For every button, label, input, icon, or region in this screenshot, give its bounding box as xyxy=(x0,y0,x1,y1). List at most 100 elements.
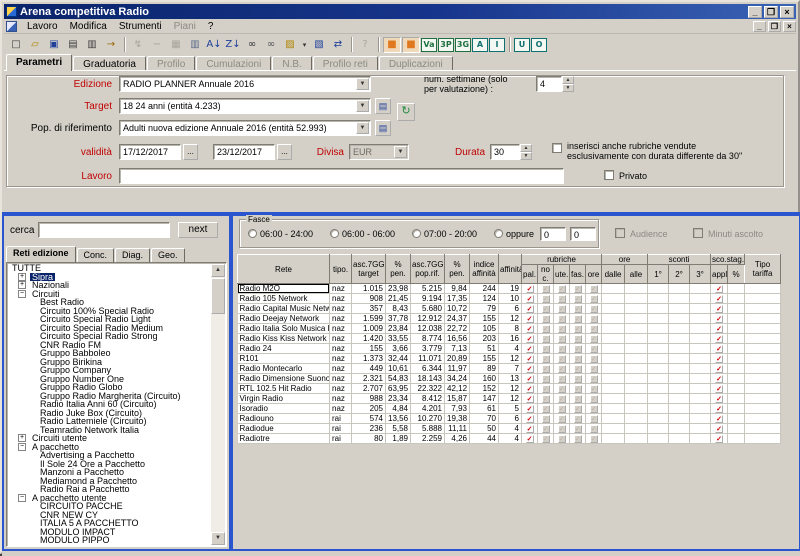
cell-affinita[interactable]: 16 xyxy=(499,334,522,344)
disabled-checkbox-icon[interactable]: ✓ xyxy=(558,375,566,383)
cell-sconto-1[interactable] xyxy=(648,354,669,364)
checked-checkbox-icon[interactable]: ✓ xyxy=(526,425,534,433)
col-pen-pop[interactable]: % pen. xyxy=(445,255,470,284)
col-appl[interactable]: appl. xyxy=(711,265,728,284)
disabled-checkbox-icon[interactable]: ✓ xyxy=(590,415,598,423)
cell-affinita[interactable]: 12 xyxy=(499,394,522,404)
cell-alle[interactable] xyxy=(625,384,648,394)
menu-lavoro[interactable]: Lavoro xyxy=(21,20,64,33)
disabled-checkbox-icon[interactable]: ✓ xyxy=(542,435,550,443)
cell-pen-pop[interactable]: 19,38 xyxy=(445,414,470,424)
cell-sconto-1[interactable] xyxy=(648,364,669,374)
col-ute[interactable]: ute. xyxy=(554,265,570,284)
target-combobox[interactable]: 18 24 anni (entità 4.233) ▼ xyxy=(119,98,371,114)
cell-pen-target[interactable]: 1,89 xyxy=(386,434,411,444)
chevron-down-icon[interactable]: ▼ xyxy=(356,100,369,112)
cell-affinita[interactable]: 4 xyxy=(499,434,522,444)
disabled-checkbox-icon[interactable]: ✓ xyxy=(574,345,582,353)
cell-asc-target[interactable]: 1.373 xyxy=(352,354,386,364)
cell-sco-pct[interactable] xyxy=(728,384,745,394)
col-affinita[interactable]: affinità xyxy=(499,255,522,284)
cell-asc-pop[interactable]: 9.194 xyxy=(411,294,445,304)
cell-tipo[interactable]: naz xyxy=(330,374,352,384)
col-asc-target[interactable]: asc.7GG target xyxy=(352,255,386,284)
disabled-checkbox-icon[interactable]: ✓ xyxy=(558,325,566,333)
badge-3g-icon[interactable]: 3G xyxy=(455,38,471,52)
cell-rete[interactable]: Radio Deejay Network xyxy=(238,314,330,324)
cell-rete[interactable]: R101 xyxy=(238,354,330,364)
cell-asc-target[interactable]: 205 xyxy=(352,404,386,414)
cell-sco-pct[interactable] xyxy=(728,294,745,304)
collapse-minus-icon[interactable]: − xyxy=(18,443,26,451)
cell-sconto-2[interactable] xyxy=(669,414,690,424)
cell-pen-target[interactable]: 32,44 xyxy=(386,354,411,364)
cell-indice[interactable]: 147 xyxy=(470,394,499,404)
cell-tipo[interactable]: naz xyxy=(330,324,352,334)
disabled-checkbox-icon[interactable]: ✓ xyxy=(590,315,598,323)
letter-o-icon[interactable]: O xyxy=(531,38,547,52)
cell-indice[interactable]: 155 xyxy=(470,314,499,324)
disabled-checkbox-icon[interactable]: ✓ xyxy=(590,285,598,293)
checked-checkbox-icon[interactable]: ✓ xyxy=(526,335,534,343)
cell-pen-target[interactable]: 4,84 xyxy=(386,404,411,414)
cell-pen-pop[interactable]: 16,56 xyxy=(445,334,470,344)
edizione-combobox[interactable]: RADIO PLANNER Annuale 2016 ▼ xyxy=(119,76,371,92)
expand-plus-icon[interactable]: + xyxy=(18,281,26,289)
letter-u-icon[interactable]: U xyxy=(514,38,530,52)
cell-sconto-3[interactable] xyxy=(690,374,711,384)
menu-help[interactable]: ? xyxy=(202,20,220,33)
disabled-checkbox-icon[interactable]: ✓ xyxy=(542,345,550,353)
cube-open-icon[interactable]: ■ xyxy=(402,37,420,53)
badge-va-icon[interactable]: Va xyxy=(421,38,437,52)
cell-asc-pop[interactable]: 5.680 xyxy=(411,304,445,314)
disabled-checkbox-icon[interactable]: ✓ xyxy=(590,395,598,403)
cell-rete[interactable]: Virgin Radio xyxy=(238,394,330,404)
cell-alle[interactable] xyxy=(625,294,648,304)
cell-dalle[interactable] xyxy=(602,394,625,404)
cell-asc-target[interactable]: 2.321 xyxy=(352,374,386,384)
disabled-checkbox-icon[interactable]: ✓ xyxy=(558,385,566,393)
cell-sco-pct[interactable] xyxy=(728,314,745,324)
cell-alle[interactable] xyxy=(625,334,648,344)
disabled-checkbox-icon[interactable]: ✓ xyxy=(574,405,582,413)
cell-pen-pop[interactable]: 7,13 xyxy=(445,344,470,354)
disabled-checkbox-icon[interactable]: ✓ xyxy=(558,405,566,413)
cell-affinita[interactable]: 8 xyxy=(499,324,522,334)
cell-asc-pop[interactable]: 8.774 xyxy=(411,334,445,344)
cell-sconto-1[interactable] xyxy=(648,304,669,314)
cell-sconto-2[interactable] xyxy=(669,404,690,414)
chevron-down-icon[interactable]: ▼ xyxy=(356,78,369,90)
checked-checkbox-icon[interactable]: ✓ xyxy=(526,405,534,413)
cell-asc-target[interactable]: 1.420 xyxy=(352,334,386,344)
scroll-up-icon[interactable]: ▲ xyxy=(211,264,225,277)
col-tipo-tariffa[interactable]: Tipo tariffa xyxy=(745,255,781,284)
disabled-checkbox-icon[interactable]: ✓ xyxy=(542,425,550,433)
cell-tipo[interactable]: rai xyxy=(330,434,352,444)
cell-alle[interactable] xyxy=(625,404,648,414)
cell-sconto-3[interactable] xyxy=(690,424,711,434)
lavoro-input[interactable] xyxy=(119,168,564,184)
cell-asc-pop[interactable]: 12.912 xyxy=(411,314,445,324)
disabled-checkbox-icon[interactable]: ✓ xyxy=(590,335,598,343)
disabled-checkbox-icon[interactable]: ✓ xyxy=(574,425,582,433)
cell-pen-pop[interactable]: 15,87 xyxy=(445,394,470,404)
cell-tipo-tariffa[interactable] xyxy=(745,304,781,314)
disabled-checkbox-icon[interactable]: ✓ xyxy=(558,295,566,303)
disabled-checkbox-icon[interactable]: ✓ xyxy=(590,385,598,393)
cell-indice[interactable]: 124 xyxy=(470,294,499,304)
cell-asc-target[interactable]: 2.707 xyxy=(352,384,386,394)
fascia-oppure-radio[interactable] xyxy=(494,229,503,238)
exchange-icon[interactable]: ⇄ xyxy=(329,37,347,53)
cell-pen-pop[interactable]: 17,35 xyxy=(445,294,470,304)
spin-down-icon[interactable]: ▼ xyxy=(520,152,532,160)
privato-checkbox[interactable] xyxy=(604,170,614,180)
cell-rete[interactable]: Radio 105 Network xyxy=(238,294,330,304)
checked-checkbox-icon[interactable]: ✓ xyxy=(526,325,534,333)
cube-solid-icon[interactable]: ■ xyxy=(383,37,401,53)
cell-indice[interactable]: 50 xyxy=(470,424,499,434)
checked-checkbox-icon[interactable]: ✓ xyxy=(715,325,723,333)
cell-pen-target[interactable]: 23,34 xyxy=(386,394,411,404)
cell-tipo[interactable]: naz xyxy=(330,304,352,314)
checked-checkbox-icon[interactable]: ✓ xyxy=(715,395,723,403)
disabled-checkbox-icon[interactable]: ✓ xyxy=(558,335,566,343)
